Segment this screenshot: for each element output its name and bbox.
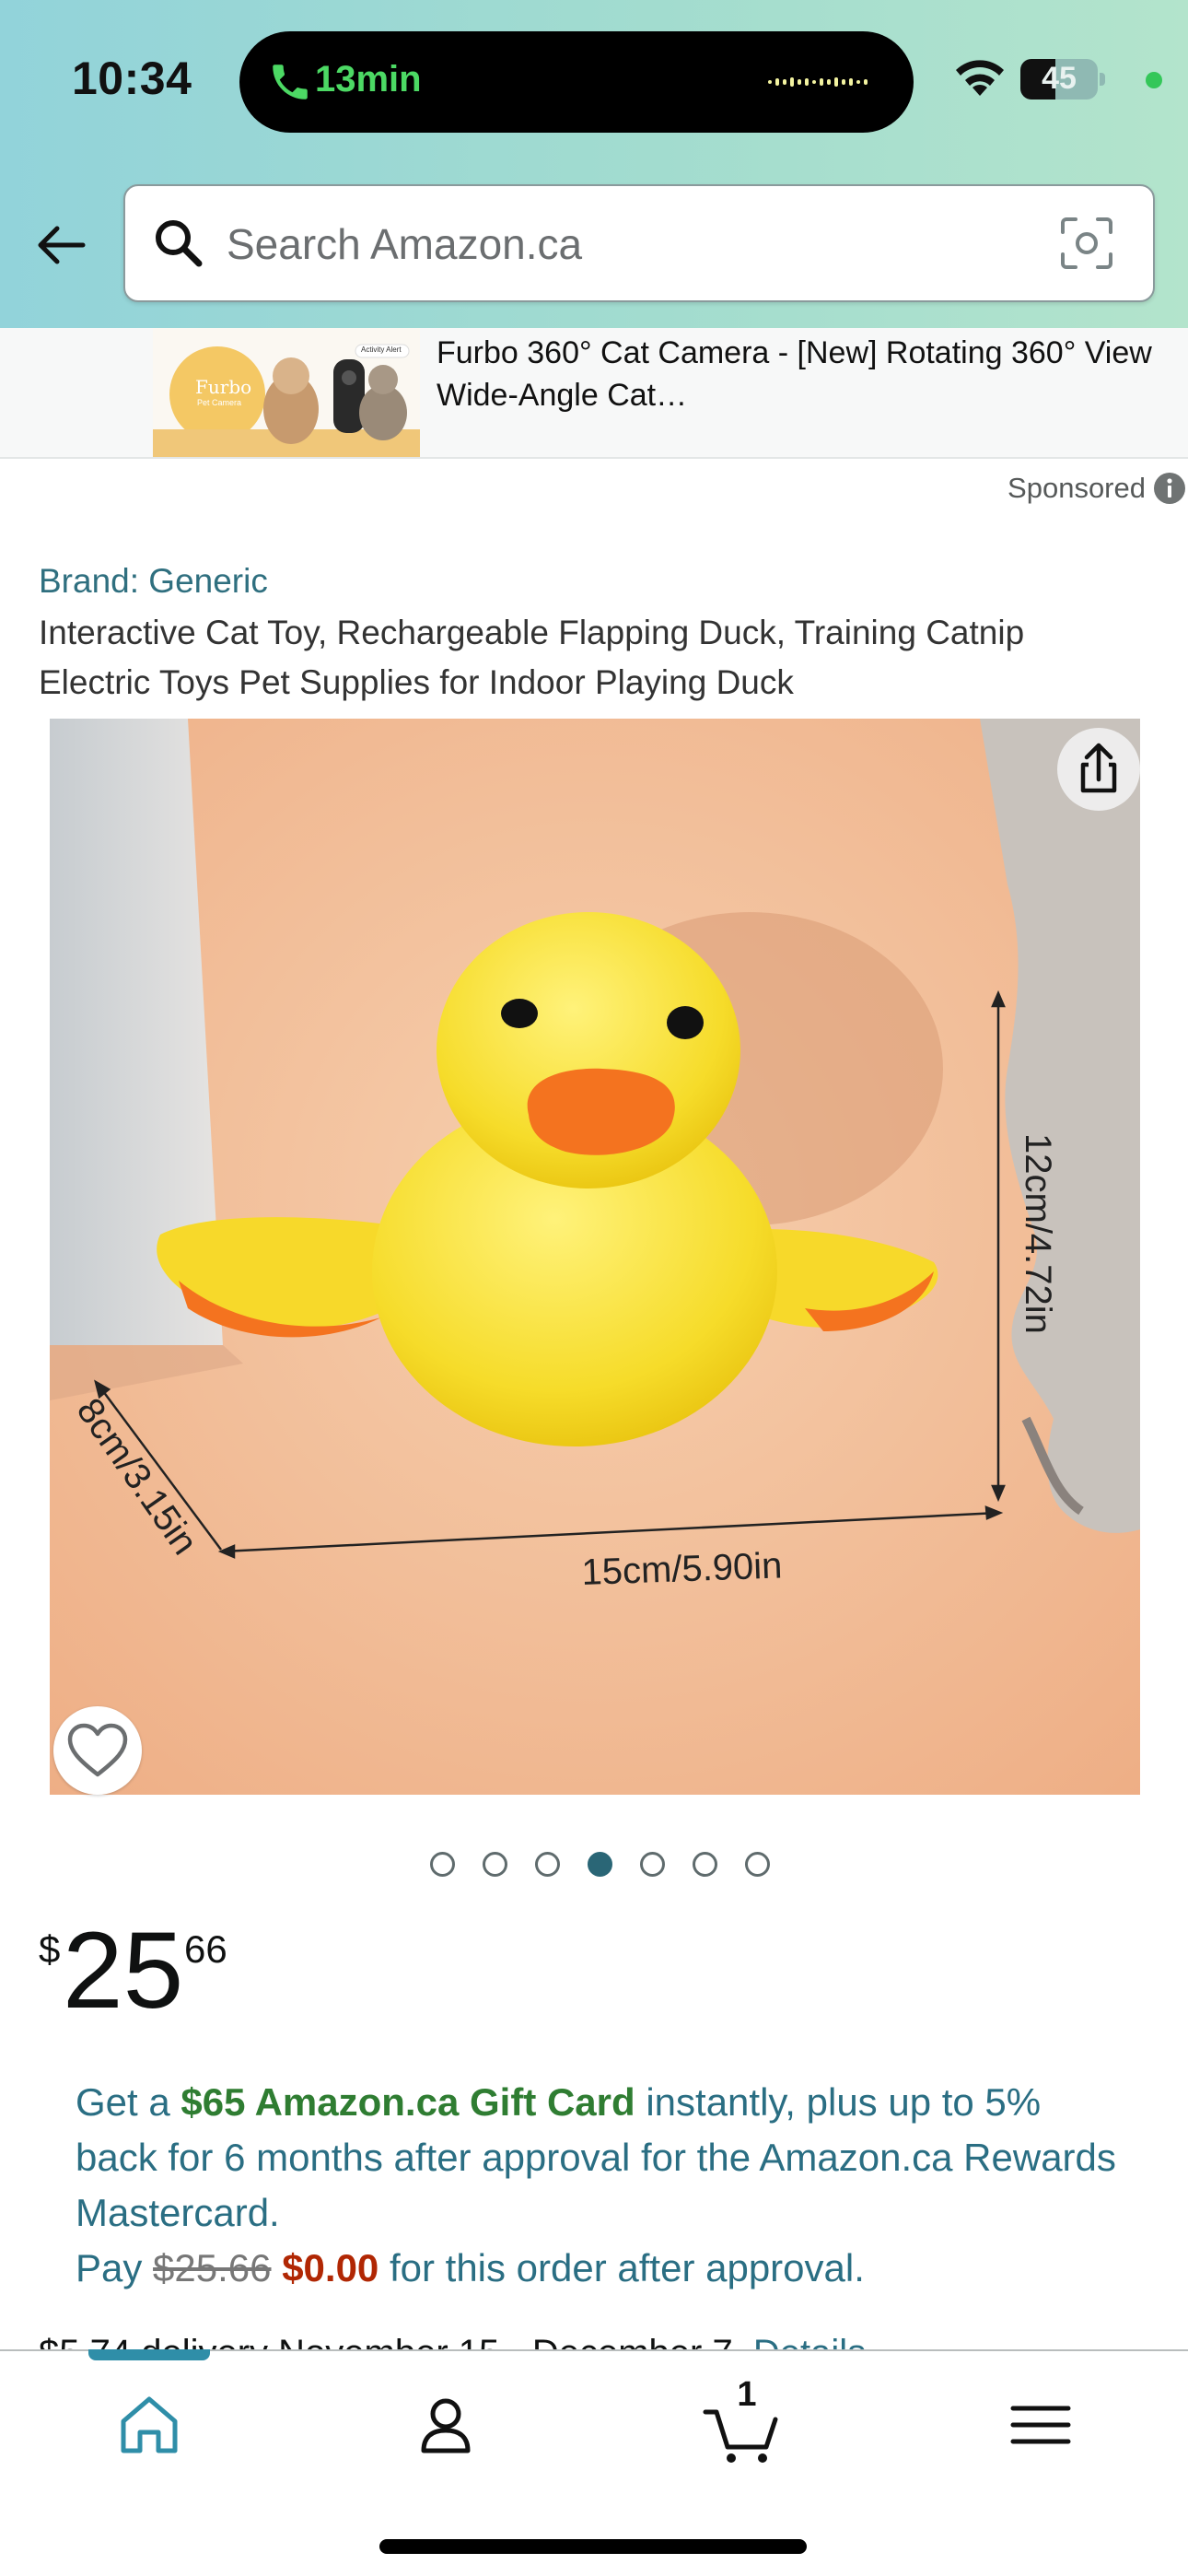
promo-new-price: $0.00 [282, 2246, 379, 2289]
product-title: Interactive Cat Toy, Rechargeable Flappi… [39, 614, 1025, 701]
active-tab-indicator [88, 2349, 210, 2360]
info-icon[interactable] [1153, 472, 1186, 505]
search-input[interactable] [227, 206, 1037, 282]
product-image[interactable]: 12cm/4.72in 15cm/5.90in 8cm/3.15in [50, 719, 1140, 1795]
brand-link[interactable]: Brand: Generic [39, 562, 268, 601]
sponsored-ad-banner[interactable]: Furbo Pet Camera Activity Alert Furbo 36… [0, 328, 1188, 459]
price-symbol: $ [39, 1927, 61, 1971]
search-bar[interactable] [123, 184, 1155, 302]
ad-thumb-brand: Furbo [195, 376, 252, 398]
carousel-dot[interactable] [482, 1852, 507, 1877]
share-button[interactable] [1057, 728, 1140, 811]
nav-cart[interactable]: 1 [698, 2375, 786, 2469]
credit-card-promo[interactable]: Get a $65 Amazon.ca Gift Card instantly,… [76, 2075, 1125, 2296]
battery-level: 45 [1042, 61, 1077, 96]
promo-old-price: $25.66 [153, 2246, 272, 2289]
phone-icon [273, 64, 308, 100]
carousel-dot[interactable] [534, 1852, 560, 1877]
camera-search-icon[interactable] [1057, 214, 1116, 273]
ad-thumb-badge: Activity Alert [361, 345, 402, 354]
carousel-dot[interactable] [744, 1852, 770, 1877]
hamburger-menu-icon [1010, 2406, 1071, 2444]
price-fraction: 66 [184, 1927, 227, 1971]
wishlist-button[interactable] [53, 1706, 142, 1795]
ad-thumb-sub: Pet Camera [197, 398, 242, 407]
carousel-dot[interactable] [587, 1852, 612, 1877]
camera-in-use-dot [1146, 72, 1162, 88]
home-indicator [379, 2539, 807, 2554]
home-icon [121, 2396, 178, 2453]
promo-gift-card: $65 Amazon.ca Gift Card [181, 2080, 635, 2124]
nav-menu[interactable] [996, 2381, 1085, 2469]
price-whole: 25 [63, 1910, 184, 2032]
battery-indicator: 45 [1020, 59, 1105, 100]
share-icon [1080, 743, 1117, 793]
ad-thumbnail: Furbo Pet Camera Activity Alert [153, 328, 420, 457]
carousel-dot[interactable] [429, 1852, 455, 1877]
image-carousel-dots [0, 1852, 1188, 1877]
back-arrow-icon[interactable] [33, 217, 88, 273]
carousel-dot[interactable] [639, 1852, 665, 1877]
sponsored-label[interactable]: Sponsored [1007, 472, 1186, 505]
height-dimension-label: 12cm/4.72in [1018, 1133, 1058, 1334]
ad-title: Furbo 360° Cat Camera - [New] Rotating 3… [437, 335, 1152, 413]
carousel-dot[interactable] [692, 1852, 717, 1877]
nav-home[interactable] [105, 2381, 193, 2469]
status-time: 10:34 [72, 53, 192, 104]
heart-icon [67, 1723, 128, 1777]
wifi-icon [956, 60, 1004, 96]
cart-count: 1 [737, 2375, 757, 2414]
active-call-pill[interactable]: 13min [239, 31, 914, 133]
search-icon [156, 220, 203, 267]
width-dimension-label: 15cm/5.90in [581, 1545, 783, 1593]
promo-prefix: Get a [76, 2080, 181, 2124]
sponsored-text: Sponsored [1007, 472, 1146, 504]
audio-wave-icon [768, 77, 868, 87]
promo-suffix: for this order after approval. [379, 2246, 865, 2289]
top-header: 10:34 13min 45 [0, 0, 1188, 328]
person-icon [421, 2398, 471, 2453]
nav-account[interactable] [402, 2381, 490, 2469]
call-duration: 13min [315, 59, 422, 100]
promo-pay-label: Pay [76, 2246, 154, 2289]
